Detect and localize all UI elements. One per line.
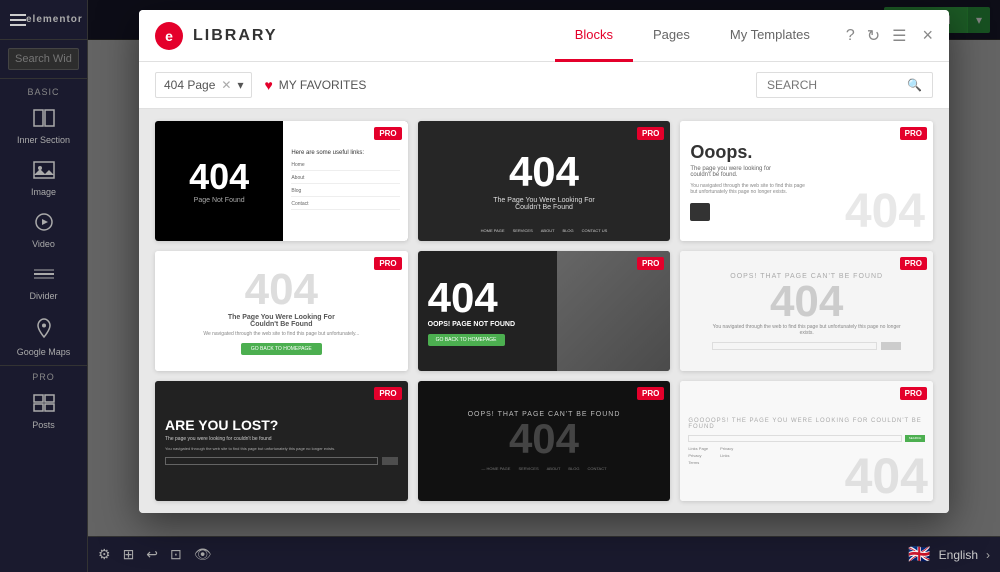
bottom-toolbar-left: ⚙ ⊞ ↩ ⊡ 👁: [98, 546, 212, 563]
template-card-6[interactable]: OOPS! THAT PAGE CAN'T BE FOUND 404 You n…: [680, 251, 933, 371]
video-icon: [33, 213, 55, 237]
favorites-button[interactable]: ♥ MY FAVORITES: [264, 77, 366, 93]
layout-icon[interactable]: ⊞: [123, 546, 135, 563]
template-preview-9: Goooops! The page you were looking for c…: [680, 381, 933, 501]
pro-badge-5: PRO: [637, 257, 664, 270]
template-card-4[interactable]: 404 The Page You Were Looking ForCouldn'…: [155, 251, 408, 371]
posts-label: Posts: [32, 420, 55, 430]
template-preview-8: OOPS! THAT PAGE CAN'T BE FOUND 404 — HOM…: [418, 381, 671, 501]
tab-my-templates[interactable]: My Templates: [710, 10, 830, 62]
search-widget[interactable]: [0, 40, 87, 79]
template-card-9[interactable]: Goooops! The page you were looking for c…: [680, 381, 933, 501]
pro-badge-9: PRO: [900, 387, 927, 400]
filter-clear-icon[interactable]: ✕: [221, 78, 231, 92]
template-preview-5: 404 OOPS! PAGE NOT FOUND GO BACK TO HOME…: [418, 251, 671, 371]
template-card-2[interactable]: 404 The Page You Were Looking ForCouldn'…: [418, 121, 671, 241]
modal-header-icons: ? ↻ ☰ ×: [846, 25, 933, 46]
language-chevron-icon[interactable]: ›: [986, 548, 990, 562]
bookmark-icon[interactable]: ☰: [892, 26, 906, 46]
modal-overlay: e LIBRARY Blocks Pages My Templates ? ↻ …: [88, 0, 1000, 536]
inner-section-icon: [33, 109, 55, 133]
search-filter-icon: 🔍: [907, 78, 922, 92]
preview-icon[interactable]: 👁: [194, 546, 212, 563]
inner-section-label: Inner Section: [17, 135, 70, 145]
google-maps-icon: [33, 317, 55, 345]
pro-badge-7: PRO: [374, 387, 401, 400]
refresh-icon[interactable]: ↻: [867, 26, 880, 46]
posts-icon: [33, 394, 55, 418]
search-input[interactable]: [8, 48, 79, 70]
flag-icon: 🇬🇧: [908, 544, 930, 565]
elementor-logo: elementor: [26, 14, 83, 25]
divider-icon: [33, 265, 55, 289]
sidebar-item-image[interactable]: Image: [0, 153, 87, 205]
template-card-5[interactable]: 404 OOPS! PAGE NOT FOUND GO BACK TO HOME…: [418, 251, 671, 371]
settings-icon[interactable]: ⚙: [98, 546, 111, 563]
tab-blocks[interactable]: Blocks: [555, 10, 633, 62]
main-area: PUBLISH ▾ e LIBRARY Blocks Pages My Temp…: [88, 0, 1000, 572]
sidebar-item-posts[interactable]: Posts: [0, 386, 87, 438]
template-preview-7: ARE YOU LOST? The page you were looking …: [155, 381, 408, 501]
sidebar: elementor ⋮⋮ BASIC Inner Section Image V…: [0, 0, 88, 572]
template-card-1[interactable]: 404 Page Not Found Here are some useful …: [155, 121, 408, 241]
history-icon[interactable]: ⊡: [170, 546, 182, 563]
undo-icon[interactable]: ↩: [146, 546, 158, 563]
search-templates-input[interactable]: [767, 78, 907, 92]
filter-dropdown[interactable]: 404 Page ✕ ▾: [155, 72, 252, 98]
hamburger-icon[interactable]: [10, 14, 26, 26]
sidebar-item-video[interactable]: Video: [0, 205, 87, 257]
modal-filters: 404 Page ✕ ▾ ♥ MY FAVORITES 🔍: [139, 62, 949, 109]
filter-label: 404 Page: [164, 78, 215, 92]
template-card-7[interactable]: ARE YOU LOST? The page you were looking …: [155, 381, 408, 501]
filter-chevron-icon: ▾: [237, 78, 243, 92]
library-modal: e LIBRARY Blocks Pages My Templates ? ↻ …: [139, 10, 949, 513]
sidebar-item-google-maps[interactable]: Google Maps: [0, 309, 87, 365]
divider-label: Divider: [29, 291, 57, 301]
tab-pages[interactable]: Pages: [633, 10, 710, 62]
template-card-3[interactable]: Ooops. The page you were looking forcoul…: [680, 121, 933, 241]
modal-title: LIBRARY: [193, 27, 555, 45]
google-maps-label: Google Maps: [17, 347, 71, 357]
template-preview-2: 404 The Page You Were Looking ForCouldn'…: [418, 121, 671, 241]
close-icon[interactable]: ×: [922, 25, 933, 46]
image-icon: [33, 161, 55, 185]
pro-badge-3: PRO: [900, 127, 927, 140]
search-filter[interactable]: 🔍: [756, 72, 933, 98]
sidebar-item-divider[interactable]: Divider: [0, 257, 87, 309]
pro-badge-2: PRO: [637, 127, 664, 140]
modal-tabs: Blocks Pages My Templates: [555, 10, 830, 62]
pro-badge-4: PRO: [374, 257, 401, 270]
favorites-label: MY FAVORITES: [279, 78, 367, 92]
image-label: Image: [31, 187, 56, 197]
sidebar-item-inner-section[interactable]: Inner Section: [0, 101, 87, 153]
video-label: Video: [32, 239, 55, 249]
template-preview-1: 404 Page Not Found Here are some useful …: [155, 121, 408, 241]
bottom-toolbar-right: 🇬🇧 English ›: [908, 544, 990, 565]
template-preview-3: Ooops. The page you were looking forcoul…: [680, 121, 933, 241]
sidebar-header: elementor ⋮⋮: [0, 0, 87, 40]
modal-header: e LIBRARY Blocks Pages My Templates ? ↻ …: [139, 10, 949, 62]
help-icon[interactable]: ?: [846, 27, 855, 45]
heart-icon: ♥: [264, 77, 272, 93]
template-card-8[interactable]: OOPS! THAT PAGE CAN'T BE FOUND 404 — HOM…: [418, 381, 671, 501]
pro-badge-6: PRO: [900, 257, 927, 270]
template-grid: 404 Page Not Found Here are some useful …: [139, 109, 949, 513]
pro-badge-8: PRO: [637, 387, 664, 400]
template-preview-4: 404 The Page You Were Looking ForCouldn'…: [155, 251, 408, 371]
bottom-toolbar: ⚙ ⊞ ↩ ⊡ 👁 🇬🇧 English ›: [88, 536, 1000, 572]
modal-logo: e: [155, 22, 183, 50]
pro-badge-1: PRO: [374, 127, 401, 140]
template-preview-6: OOPS! THAT PAGE CAN'T BE FOUND 404 You n…: [680, 251, 933, 371]
basic-section-label: BASIC: [0, 79, 87, 101]
language-label[interactable]: English: [939, 548, 978, 562]
pro-section-label: PRO: [0, 365, 87, 386]
